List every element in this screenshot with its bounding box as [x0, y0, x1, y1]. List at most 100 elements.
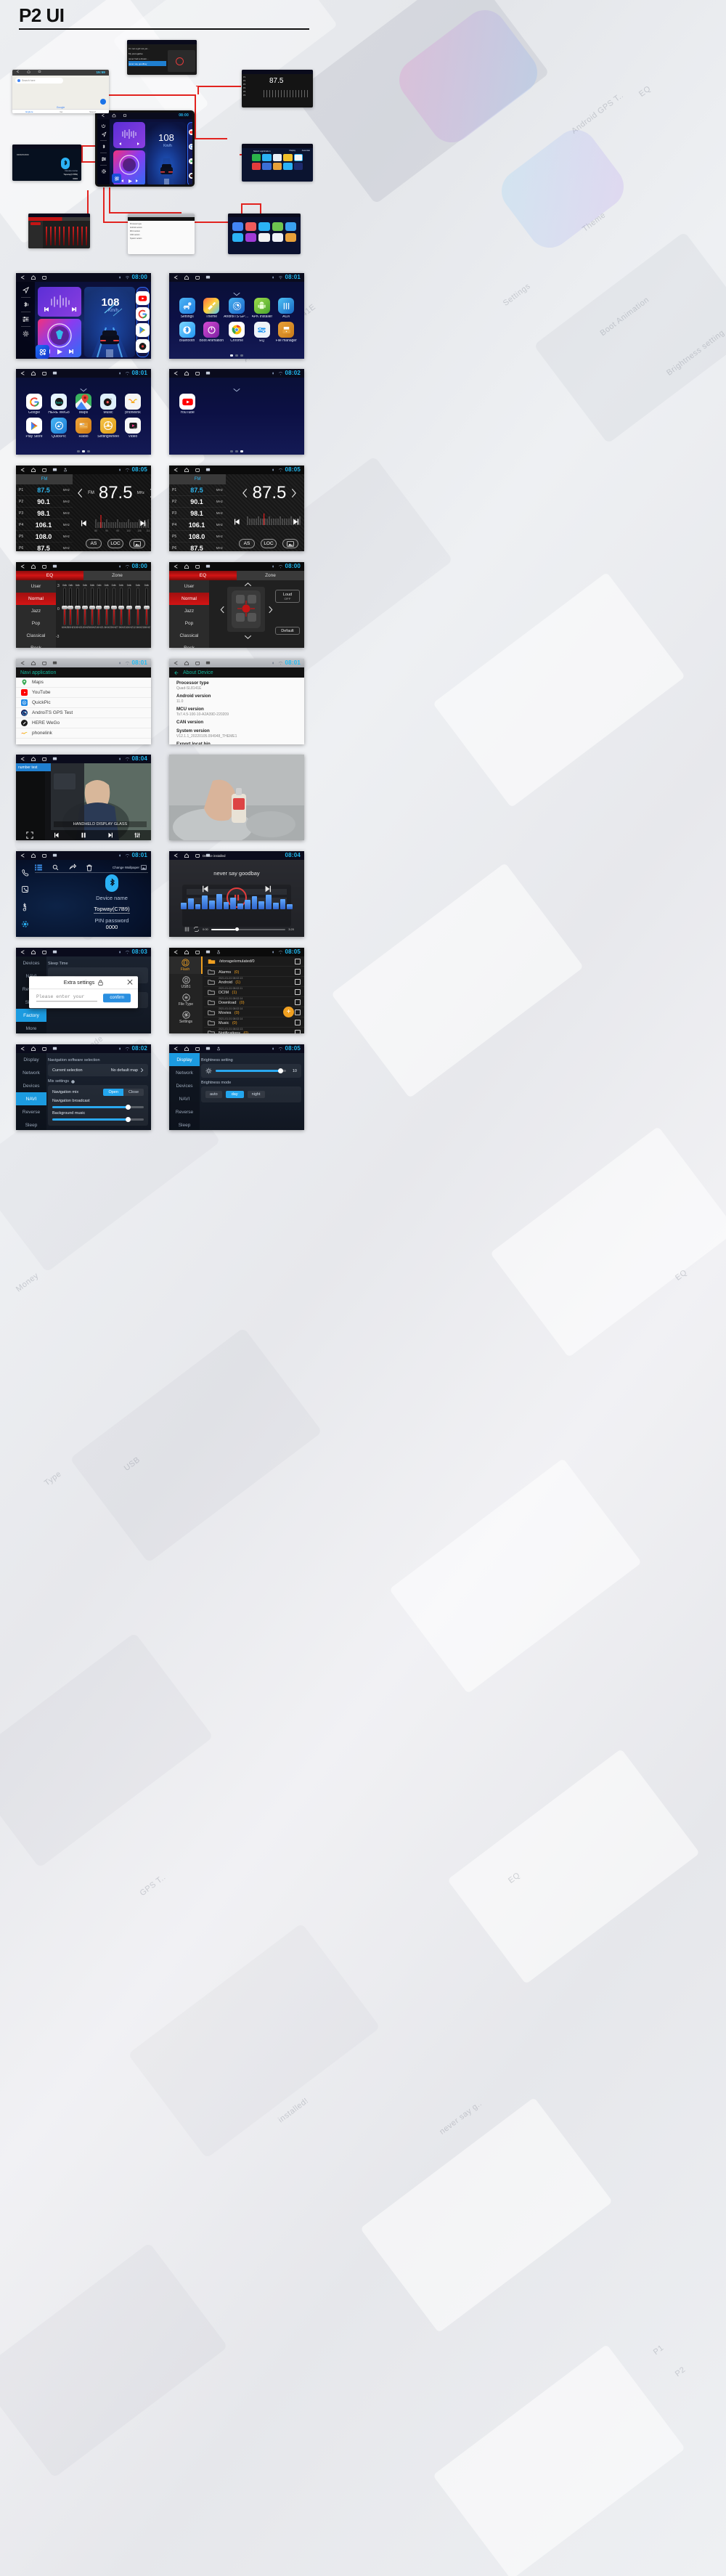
back-icon[interactable]: [20, 756, 25, 762]
recents-icon[interactable]: [195, 949, 200, 955]
change-wallpaper-button[interactable]: Change Wallpaper: [113, 865, 147, 870]
preset-row[interactable]: P1 87.5 MHz: [169, 484, 226, 496]
back-icon[interactable]: [173, 370, 179, 376]
app-music[interactable]: Music: [96, 394, 121, 415]
sidebar-item-devices[interactable]: Devices: [16, 956, 46, 970]
next-station-chevron[interactable]: [149, 488, 151, 498]
app-maps[interactable]: Maps: [71, 394, 96, 415]
home-icon[interactable]: [184, 949, 189, 955]
app-icon[interactable]: [258, 222, 270, 231]
sidebar-item-usb1[interactable]: USB1: [169, 974, 203, 991]
preset-row[interactable]: P3 98.1 MHz: [16, 508, 73, 519]
app-icon[interactable]: [285, 222, 296, 231]
home-icon[interactable]: [30, 756, 36, 762]
eq-band[interactable]: 0db 100HZ: [74, 584, 81, 648]
app-quickpic[interactable]: QuickPic: [46, 418, 71, 439]
eq-band[interactable]: 0db 7.5KHZ: [117, 584, 126, 648]
back-icon[interactable]: [173, 660, 179, 666]
zone-down-chevron[interactable]: [244, 635, 252, 639]
back-icon[interactable]: [173, 1046, 179, 1052]
home-icon[interactable]: [30, 275, 36, 280]
list-item[interactable]: My prerogative: [129, 51, 166, 56]
app-icon[interactable]: [245, 233, 257, 242]
confirm-button[interactable]: confirm: [103, 994, 131, 1003]
app-play-store[interactable]: Play Store: [22, 418, 46, 439]
recents-icon[interactable]: [41, 660, 47, 666]
sidebar-item-network[interactable]: Network: [169, 1066, 200, 1079]
app-icon-boot-animation[interactable]: [252, 154, 261, 161]
call-log-icon[interactable]: [21, 885, 29, 893]
back-icon[interactable]: [173, 467, 179, 473]
screenshot-icon[interactable]: [52, 467, 58, 473]
previous-icon[interactable]: [201, 885, 210, 893]
app-icon[interactable]: [272, 222, 283, 231]
eq-band[interactable]: 0db 1.5KHZ: [102, 584, 111, 648]
mode-night-button[interactable]: night: [247, 1091, 265, 1098]
eq-band[interactable]: 0db 1KHZ: [96, 584, 102, 648]
app-bluetooth[interactable]: Bluetooth: [175, 322, 199, 343]
file-checkbox[interactable]: [295, 1029, 301, 1033]
home-icon[interactable]: [30, 467, 36, 473]
tab-zone[interactable]: Zone: [83, 571, 151, 580]
recents-icon[interactable]: [123, 113, 129, 119]
tuning-scale[interactable]: 85 90 95 100 105 110: [89, 512, 150, 532]
local-button[interactable]: LOC: [107, 539, 123, 548]
associate-label[interactable]: Associate: [302, 150, 310, 152]
app-aux[interactable]: AUX: [274, 298, 298, 319]
home-icon[interactable]: [112, 113, 118, 119]
chevron-down-icon[interactable]: [80, 388, 87, 392]
seek-prev-button[interactable]: [233, 518, 241, 526]
back-icon[interactable]: [20, 275, 25, 280]
home-icon[interactable]: [184, 275, 189, 280]
recents-icon[interactable]: [41, 370, 47, 376]
equalizer-icon[interactable]: [22, 315, 30, 323]
eq-preset-normal[interactable]: Normal: [169, 593, 209, 605]
page-dot[interactable]: [230, 354, 233, 357]
list-item[interactable]: QuickPic: [16, 698, 151, 708]
app-radio[interactable]: FM Radio: [71, 418, 96, 439]
preset-row[interactable]: P6 87.5 MHz: [16, 543, 73, 552]
usb-icon[interactable]: [216, 1046, 222, 1052]
preset-row[interactable]: P3 98.1 MHz: [169, 508, 226, 519]
app-here-wego[interactable]: here HERE WeGo: [46, 394, 71, 415]
bt-music-icon[interactable]: [21, 902, 29, 911]
screenshot-icon[interactable]: [52, 756, 58, 762]
app-phonelink[interactable]: phonelink: [121, 394, 145, 415]
current-selection-row[interactable]: Current selection No default map: [52, 1068, 144, 1073]
home-icon[interactable]: [30, 949, 36, 955]
password-input[interactable]: Please enter your: [36, 994, 98, 1002]
power-icon[interactable]: [101, 123, 106, 129]
screenshot-icon[interactable]: [52, 564, 58, 569]
screenshot-icon[interactable]: [52, 370, 58, 376]
sidebar-item-reverse[interactable]: Reverse: [16, 1105, 46, 1118]
app-icon-chrome[interactable]: [252, 163, 261, 170]
screenshot-icon[interactable]: [52, 660, 58, 666]
equalizer-icon[interactable]: [101, 156, 107, 162]
back-icon[interactable]: [20, 467, 25, 473]
home-icon[interactable]: [27, 70, 33, 76]
page-dot[interactable]: [77, 450, 80, 452]
sidebar-item-sleep[interactable]: Sleep: [169, 1118, 200, 1130]
app-apk-installer[interactable]: APK installer: [250, 298, 274, 319]
maps-tab-go[interactable]: Go: [60, 110, 62, 113]
screenshot-icon[interactable]: [52, 853, 58, 858]
sidebar-item-factory[interactable]: Factory: [16, 1009, 46, 1022]
app-icon[interactable]: [258, 233, 270, 242]
recents-icon[interactable]: [38, 70, 44, 76]
eq-band[interactable]: 0db 120HZ: [81, 584, 89, 648]
maps-search-input[interactable]: Search here: [15, 78, 63, 84]
back-icon[interactable]: [173, 949, 179, 955]
apps-grid-button[interactable]: [36, 345, 49, 359]
recents-icon[interactable]: [195, 370, 200, 376]
file-row[interactable]: Notifications (0) 2021-01-01 08:02:13: [204, 1028, 304, 1033]
back-icon[interactable]: [20, 1046, 25, 1052]
app-icon[interactable]: [232, 222, 244, 231]
back-arrow-icon[interactable]: [174, 670, 179, 675]
app-icon-bluetooth[interactable]: [262, 154, 272, 161]
previous-icon[interactable]: [53, 832, 60, 839]
app-video[interactable]: Video: [121, 418, 145, 439]
eq-band[interactable]: 0db 80HZ: [68, 584, 73, 648]
delete-icon[interactable]: [86, 864, 92, 871]
home-icon[interactable]: [30, 370, 36, 376]
screenshot-icon[interactable]: [205, 370, 211, 376]
